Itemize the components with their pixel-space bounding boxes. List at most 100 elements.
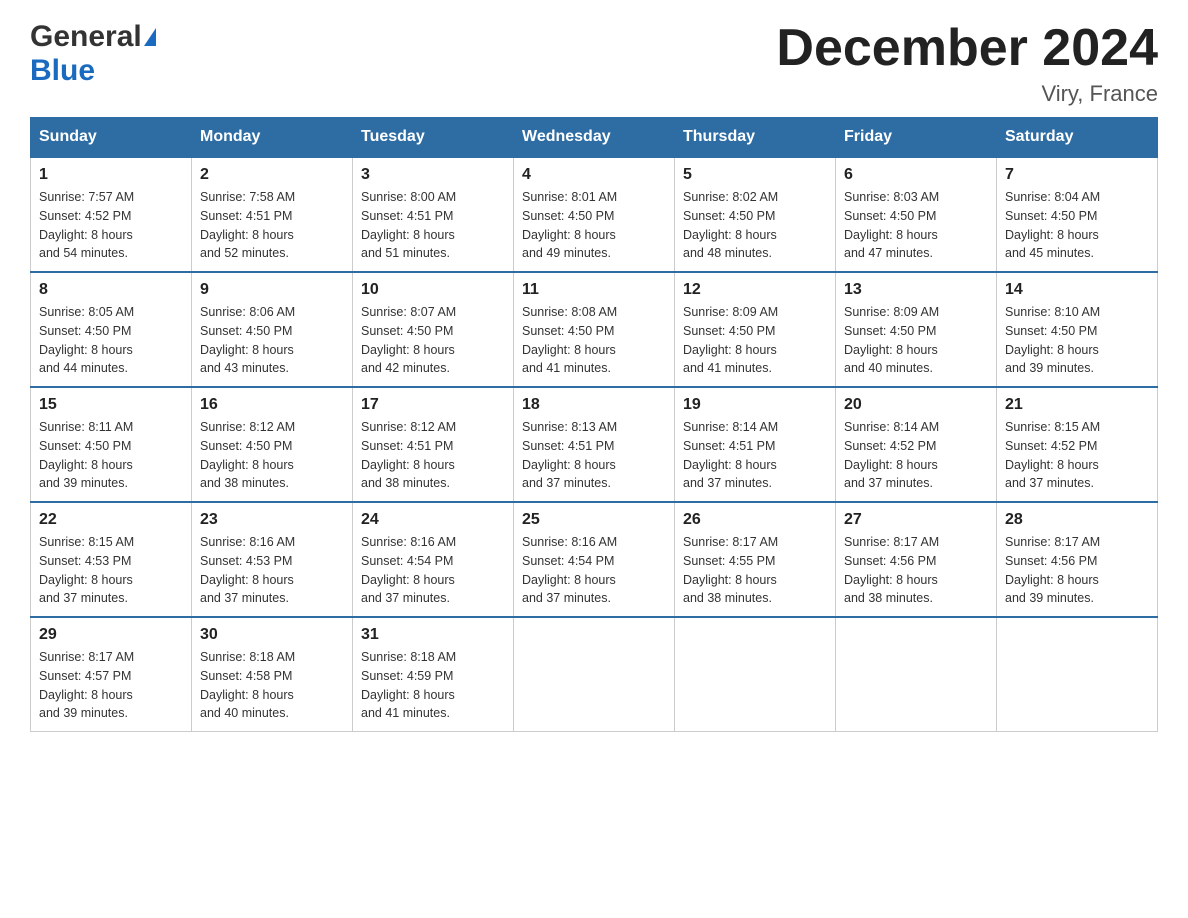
day-number: 2	[200, 166, 344, 184]
calendar-cell: 8 Sunrise: 8:05 AMSunset: 4:50 PMDaylight…	[31, 272, 192, 387]
logo-triangle-icon	[144, 28, 156, 46]
calendar-cell: 21 Sunrise: 8:15 AMSunset: 4:52 PMDayligh…	[997, 387, 1158, 502]
calendar-cell: 10 Sunrise: 8:07 AMSunset: 4:50 PMDayligh…	[353, 272, 514, 387]
header-monday: Monday	[192, 118, 353, 158]
day-info: Sunrise: 8:10 AMSunset: 4:50 PMDaylight:…	[1005, 303, 1149, 378]
day-number: 1	[39, 166, 183, 184]
calendar-cell: 19Sunrise: 8:14 AMSunset: 4:51 PMDayligh…	[675, 387, 836, 502]
week-row-1: 1Sunrise: 7:57 AMSunset: 4:52 PMDaylight…	[31, 157, 1158, 272]
day-info: Sunrise: 8:11 AMSunset: 4:50 PMDaylight:…	[39, 418, 183, 493]
calendar-cell: 1Sunrise: 7:57 AMSunset: 4:52 PMDaylight…	[31, 157, 192, 272]
calendar-cell: 13 Sunrise: 8:09 AMSunset: 4:50 PMDayligh…	[836, 272, 997, 387]
day-info: Sunrise: 8:09 AMSunset: 4:50 PMDaylight:…	[844, 303, 988, 378]
day-number: 16	[200, 396, 344, 414]
day-number: 9	[200, 281, 344, 299]
logo-blue-text: Blue	[30, 54, 95, 88]
header-wednesday: Wednesday	[514, 118, 675, 158]
calendar-cell: 24Sunrise: 8:16 AMSunset: 4:54 PMDayligh…	[353, 502, 514, 617]
day-info: Sunrise: 8:17 AMSunset: 4:57 PMDaylight:…	[39, 648, 183, 723]
calendar-cell: 23 Sunrise: 8:16 AMSunset: 4:53 PMDayligh…	[192, 502, 353, 617]
calendar-table: SundayMondayTuesdayWednesdayThursdayFrid…	[30, 117, 1158, 732]
day-number: 13	[844, 281, 988, 299]
page-header: General Blue December 2024 Viry, France	[30, 20, 1158, 107]
day-number: 6	[844, 166, 988, 184]
day-number: 30	[200, 626, 344, 644]
logo-general-text: General	[30, 20, 142, 54]
week-row-2: 8 Sunrise: 8:05 AMSunset: 4:50 PMDaylight…	[31, 272, 1158, 387]
day-number: 15	[39, 396, 183, 414]
day-number: 29	[39, 626, 183, 644]
day-number: 27	[844, 511, 988, 529]
header-tuesday: Tuesday	[353, 118, 514, 158]
calendar-cell: 9 Sunrise: 8:06 AMSunset: 4:50 PMDaylight…	[192, 272, 353, 387]
day-info: Sunrise: 8:00 AMSunset: 4:51 PMDaylight:…	[361, 188, 505, 263]
calendar-cell: 28 Sunrise: 8:17 AMSunset: 4:56 PMDayligh…	[997, 502, 1158, 617]
day-info: Sunrise: 8:17 AMSunset: 4:56 PMDaylight:…	[1005, 533, 1149, 608]
calendar-cell	[836, 617, 997, 732]
calendar-cell	[514, 617, 675, 732]
day-info: Sunrise: 8:07 AMSunset: 4:50 PMDaylight:…	[361, 303, 505, 378]
calendar-cell: 16 Sunrise: 8:12 AMSunset: 4:50 PMDayligh…	[192, 387, 353, 502]
day-number: 3	[361, 166, 505, 184]
calendar-cell: 29 Sunrise: 8:17 AMSunset: 4:57 PMDayligh…	[31, 617, 192, 732]
day-info: Sunrise: 8:02 AMSunset: 4:50 PMDaylight:…	[683, 188, 827, 263]
day-number: 14	[1005, 281, 1149, 299]
calendar-cell: 17Sunrise: 8:12 AMSunset: 4:51 PMDayligh…	[353, 387, 514, 502]
day-info: Sunrise: 8:06 AMSunset: 4:50 PMDaylight:…	[200, 303, 344, 378]
day-number: 12	[683, 281, 827, 299]
day-info: Sunrise: 8:15 AMSunset: 4:52 PMDaylight:…	[1005, 418, 1149, 493]
day-info: Sunrise: 8:12 AMSunset: 4:50 PMDaylight:…	[200, 418, 344, 493]
calendar-cell: 2Sunrise: 7:58 AMSunset: 4:51 PMDaylight…	[192, 157, 353, 272]
day-info: Sunrise: 8:16 AMSunset: 4:54 PMDaylight:…	[522, 533, 666, 608]
calendar-cell: 4Sunrise: 8:01 AMSunset: 4:50 PMDaylight…	[514, 157, 675, 272]
day-info: Sunrise: 8:17 AMSunset: 4:55 PMDaylight:…	[683, 533, 827, 608]
title-section: December 2024 Viry, France	[776, 20, 1158, 107]
day-info: Sunrise: 8:05 AMSunset: 4:50 PMDaylight:…	[39, 303, 183, 378]
day-number: 20	[844, 396, 988, 414]
day-info: Sunrise: 8:18 AMSunset: 4:58 PMDaylight:…	[200, 648, 344, 723]
calendar-cell: 15 Sunrise: 8:11 AMSunset: 4:50 PMDayligh…	[31, 387, 192, 502]
calendar-cell: 11Sunrise: 8:08 AMSunset: 4:50 PMDayligh…	[514, 272, 675, 387]
calendar-cell: 6 Sunrise: 8:03 AMSunset: 4:50 PMDaylight…	[836, 157, 997, 272]
calendar-cell: 18Sunrise: 8:13 AMSunset: 4:51 PMDayligh…	[514, 387, 675, 502]
day-number: 4	[522, 166, 666, 184]
header-row: SundayMondayTuesdayWednesdayThursdayFrid…	[31, 118, 1158, 158]
day-info: Sunrise: 8:04 AMSunset: 4:50 PMDaylight:…	[1005, 188, 1149, 263]
day-number: 24	[361, 511, 505, 529]
day-info: Sunrise: 8:18 AMSunset: 4:59 PMDaylight:…	[361, 648, 505, 723]
day-info: Sunrise: 8:03 AMSunset: 4:50 PMDaylight:…	[844, 188, 988, 263]
calendar-cell: 27Sunrise: 8:17 AMSunset: 4:56 PMDayligh…	[836, 502, 997, 617]
day-number: 10	[361, 281, 505, 299]
day-number: 7	[1005, 166, 1149, 184]
day-info: Sunrise: 8:15 AMSunset: 4:53 PMDaylight:…	[39, 533, 183, 608]
day-number: 8	[39, 281, 183, 299]
calendar-cell: 20 Sunrise: 8:14 AMSunset: 4:52 PMDayligh…	[836, 387, 997, 502]
week-row-4: 22 Sunrise: 8:15 AMSunset: 4:53 PMDayligh…	[31, 502, 1158, 617]
day-info: Sunrise: 8:16 AMSunset: 4:53 PMDaylight:…	[200, 533, 344, 608]
header-sunday: Sunday	[31, 118, 192, 158]
calendar-cell: 5 Sunrise: 8:02 AMSunset: 4:50 PMDaylight…	[675, 157, 836, 272]
week-row-5: 29 Sunrise: 8:17 AMSunset: 4:57 PMDayligh…	[31, 617, 1158, 732]
day-number: 11	[522, 281, 666, 299]
day-number: 21	[1005, 396, 1149, 414]
day-info: Sunrise: 8:12 AMSunset: 4:51 PMDaylight:…	[361, 418, 505, 493]
calendar-title: December 2024	[776, 20, 1158, 77]
calendar-cell: 12 Sunrise: 8:09 AMSunset: 4:50 PMDayligh…	[675, 272, 836, 387]
day-info: Sunrise: 8:14 AMSunset: 4:52 PMDaylight:…	[844, 418, 988, 493]
header-thursday: Thursday	[675, 118, 836, 158]
day-info: Sunrise: 8:13 AMSunset: 4:51 PMDaylight:…	[522, 418, 666, 493]
day-info: Sunrise: 8:09 AMSunset: 4:50 PMDaylight:…	[683, 303, 827, 378]
day-number: 31	[361, 626, 505, 644]
logo: General Blue	[30, 20, 156, 88]
calendar-cell: 3 Sunrise: 8:00 AMSunset: 4:51 PMDaylight…	[353, 157, 514, 272]
day-number: 23	[200, 511, 344, 529]
day-info: Sunrise: 8:14 AMSunset: 4:51 PMDaylight:…	[683, 418, 827, 493]
calendar-cell: 31 Sunrise: 8:18 AMSunset: 4:59 PMDayligh…	[353, 617, 514, 732]
day-number: 5	[683, 166, 827, 184]
calendar-cell	[675, 617, 836, 732]
calendar-cell: 22 Sunrise: 8:15 AMSunset: 4:53 PMDayligh…	[31, 502, 192, 617]
day-number: 28	[1005, 511, 1149, 529]
day-number: 22	[39, 511, 183, 529]
header-saturday: Saturday	[997, 118, 1158, 158]
day-number: 25	[522, 511, 666, 529]
